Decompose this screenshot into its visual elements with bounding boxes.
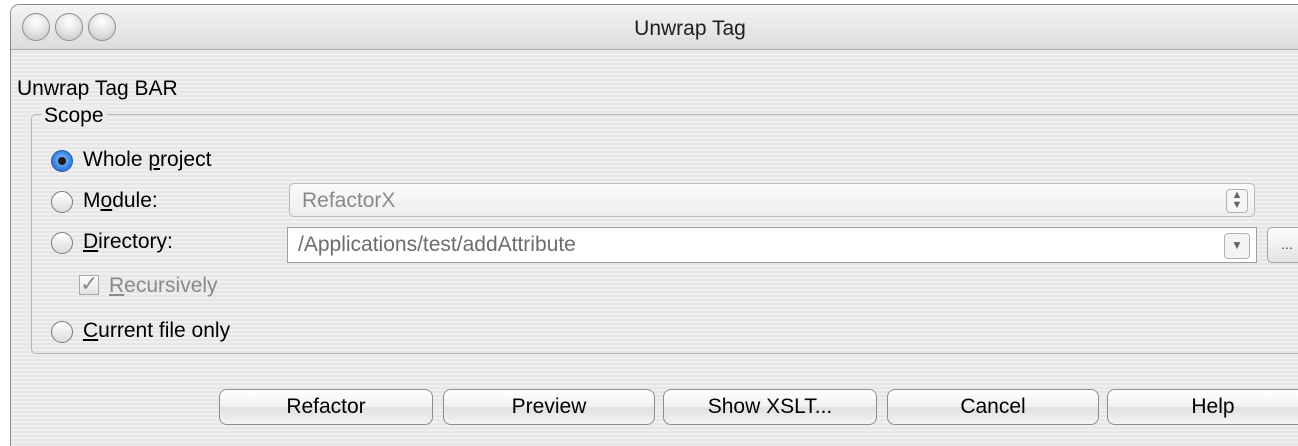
module-label[interactable]: Module: (83, 189, 158, 213)
recursively-mnemonic: R (109, 274, 125, 297)
window-title: Unwrap Tag (634, 17, 746, 40)
module-label-text-b: dule: (112, 189, 158, 212)
dropdown-arrow-icon[interactable]: ▼ (1224, 233, 1250, 259)
dialog-label: Unwrap Tag BAR (17, 77, 178, 100)
directory-field[interactable]: /Applications/test/addAttribute ▼ (287, 227, 1257, 263)
show-xslt-button[interactable]: Show XSLT... (663, 389, 877, 425)
preview-button[interactable]: Preview (443, 389, 655, 425)
directory-mnemonic: D (83, 230, 99, 253)
module-select[interactable]: RefactorX ▲ ▼ (289, 183, 1255, 217)
current-file-label[interactable]: Current file only (83, 319, 230, 343)
current-file-radio[interactable] (51, 321, 73, 343)
recursively-checkbox[interactable]: ✓ (79, 273, 99, 295)
whole-project-label[interactable]: Whole project (83, 148, 211, 172)
whole-project-label-text-a: Whole (83, 148, 149, 171)
whole-project-label-text-b: roject (160, 148, 212, 171)
module-mnemonic: o (100, 189, 113, 212)
directory-field-value: /Applications/test/addAttribute (298, 233, 576, 256)
module-label-text-a: M (83, 189, 101, 212)
refactor-button[interactable]: Refactor (219, 389, 433, 425)
directory-label-text: irectory: (98, 230, 173, 253)
recursively-label[interactable]: Recursively (109, 274, 218, 298)
recursively-label-text: ecursively (124, 274, 218, 297)
help-button[interactable]: Help (1107, 389, 1298, 425)
whole-project-radio[interactable] (51, 150, 73, 172)
up-down-arrows-icon: ▲ ▼ (1226, 189, 1248, 213)
current-file-mnemonic: C (83, 319, 99, 342)
directory-radio[interactable] (51, 232, 73, 254)
module-select-value: RefactorX (302, 189, 396, 212)
directory-label[interactable]: Directory: (83, 230, 173, 254)
cancel-button[interactable]: Cancel (887, 389, 1099, 425)
current-file-label-text: urrent file only (98, 319, 231, 342)
whole-project-mnemonic: p (148, 148, 161, 171)
scope-legend: Scope (41, 104, 107, 128)
browse-directory-button[interactable]: ... (1267, 227, 1298, 263)
dialog-window: Unwrap Tag Unwrap Tag BAR Scope Whole pr… (10, 4, 1298, 446)
module-radio[interactable] (51, 191, 73, 213)
title-bar[interactable]: Unwrap Tag (11, 5, 1298, 50)
